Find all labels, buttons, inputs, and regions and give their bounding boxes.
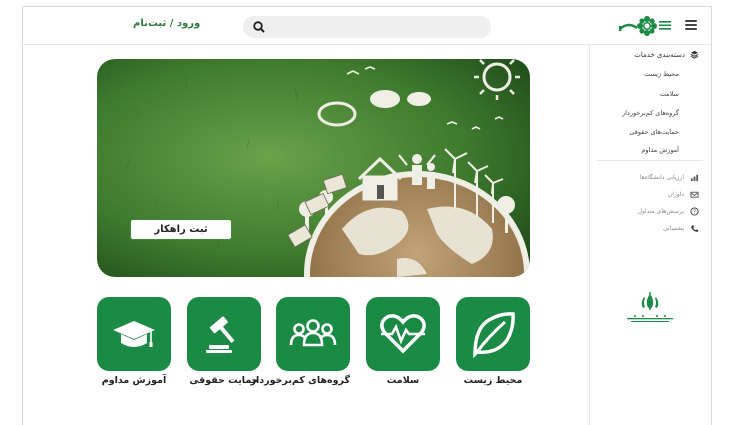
sidebar-item-health[interactable]: سلامت bbox=[660, 90, 679, 98]
gavel-icon bbox=[206, 316, 235, 353]
category-label: سلامت bbox=[386, 375, 420, 386]
search-icon[interactable] bbox=[252, 20, 266, 34]
category-tile bbox=[187, 297, 261, 371]
category-tile bbox=[366, 297, 440, 371]
people-icon bbox=[289, 319, 337, 347]
category-underprivileged-groups[interactable]: گروه‌های کم‌برخوردار bbox=[250, 297, 350, 386]
chart-icon bbox=[690, 174, 699, 182]
sidebar-link-label: داوران bbox=[667, 191, 684, 198]
layers-icon bbox=[690, 50, 699, 59]
sidebar-link-label: ارزیابی دانشگاه‌ها bbox=[639, 174, 684, 181]
leaf-icon bbox=[473, 312, 515, 358]
submit-solution-button[interactable]: ثبت راهکار bbox=[130, 219, 232, 240]
sidebar-item-legal[interactable]: حمایت‌های حقوقی bbox=[629, 128, 679, 136]
heart-icon bbox=[380, 314, 426, 354]
question-icon: ? bbox=[690, 207, 699, 216]
category-label: حمایت حقوقی bbox=[189, 375, 259, 386]
phone-icon bbox=[691, 225, 699, 232]
category-environment[interactable]: محیط زیست bbox=[456, 297, 530, 386]
sidebar-item-underprivileged[interactable]: گروه‌های کم‌برخوردار bbox=[622, 109, 679, 117]
sidebar-link-university-evaluation[interactable]: ارزیابی دانشگاه‌ها bbox=[640, 173, 699, 182]
sidebar-link-faq[interactable]: ? پرسش‌های متداول bbox=[638, 207, 699, 216]
sidebar-item-environment[interactable]: محیط زیست bbox=[644, 70, 679, 78]
category-tile bbox=[97, 297, 171, 371]
mail-icon bbox=[690, 191, 699, 198]
category-legal-support[interactable]: حمایت حقوقی bbox=[187, 297, 261, 386]
svg-text:?: ? bbox=[693, 210, 696, 216]
hamburger-menu-icon[interactable] bbox=[685, 20, 697, 30]
sidebar-link-label: پرسش‌های متداول bbox=[637, 208, 684, 215]
login-register-link[interactable]: ورود / ثبت‌نام bbox=[133, 18, 200, 29]
category-label: آموزش مداوم bbox=[101, 375, 167, 386]
sidebar-divider bbox=[597, 160, 703, 161]
sidebar-heading-label: دسته‌بندی خدمات bbox=[634, 50, 685, 59]
search-bar bbox=[243, 16, 491, 38]
sidebar-item-education[interactable]: آموزش مداوم bbox=[641, 146, 679, 154]
sidebar-link-referees[interactable]: داوران bbox=[668, 190, 699, 199]
category-tile bbox=[456, 297, 530, 371]
category-health[interactable]: سلامت bbox=[366, 297, 440, 386]
top-header: ورود / ثبت‌نام bbox=[23, 7, 711, 45]
category-label: محیط زیست bbox=[463, 375, 523, 386]
category-continuous-education[interactable]: آموزش مداوم bbox=[97, 297, 171, 386]
site-logo[interactable] bbox=[599, 13, 675, 39]
category-label: گروه‌های کم‌برخوردار bbox=[250, 375, 350, 386]
right-sidebar: دسته‌بندی خدمات محیط زیست سلامت گروه‌های… bbox=[589, 45, 711, 425]
ministry-emblem bbox=[621, 291, 679, 331]
hero-banner: ثبت راهکار bbox=[97, 59, 530, 277]
sidebar-link-support[interactable]: پشتیبانی bbox=[663, 224, 699, 233]
graduation-cap-icon bbox=[113, 321, 155, 347]
service-categories-heading[interactable]: دسته‌بندی خدمات bbox=[634, 50, 699, 59]
sidebar-link-label: پشتیبانی bbox=[663, 225, 684, 232]
search-input[interactable] bbox=[273, 16, 483, 38]
category-tile bbox=[276, 297, 350, 371]
page-frame: ورود / ثبت‌نام دسته‌بندی خدمات محیط زیست… bbox=[22, 6, 712, 425]
